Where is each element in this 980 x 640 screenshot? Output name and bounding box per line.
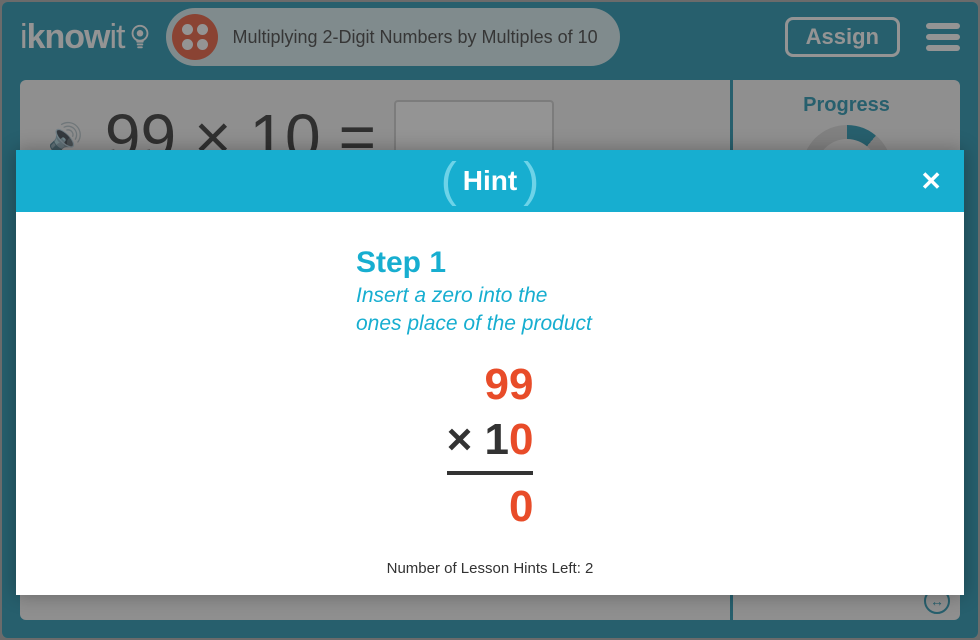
hint-modal: ( Hint ) ✕ Step 1 Insert a zero into the… [16, 150, 964, 595]
step-description: Insert a zero into the ones place of the… [356, 282, 924, 339]
app-frame: iknowit Multiplying 2-Digit Numbers by M… [2, 2, 978, 638]
paren-left-icon: ( [435, 157, 463, 205]
close-icon[interactable]: ✕ [920, 166, 942, 197]
hint-header: ( Hint ) ✕ [16, 150, 964, 212]
hint-body: Step 1 Insert a zero into the ones place… [16, 212, 964, 595]
hints-remaining: Number of Lesson Hints Left: 2 [56, 560, 924, 577]
math-mid-row: × 10 [447, 412, 534, 475]
step-title: Step 1 [356, 246, 924, 280]
paren-right-icon: ) [517, 157, 545, 205]
math-work: 99 × 10 0 [447, 357, 534, 534]
math-result-row: 0 [447, 475, 534, 534]
math-top-row: 99 [447, 357, 534, 412]
hint-title: Hint [463, 165, 517, 197]
